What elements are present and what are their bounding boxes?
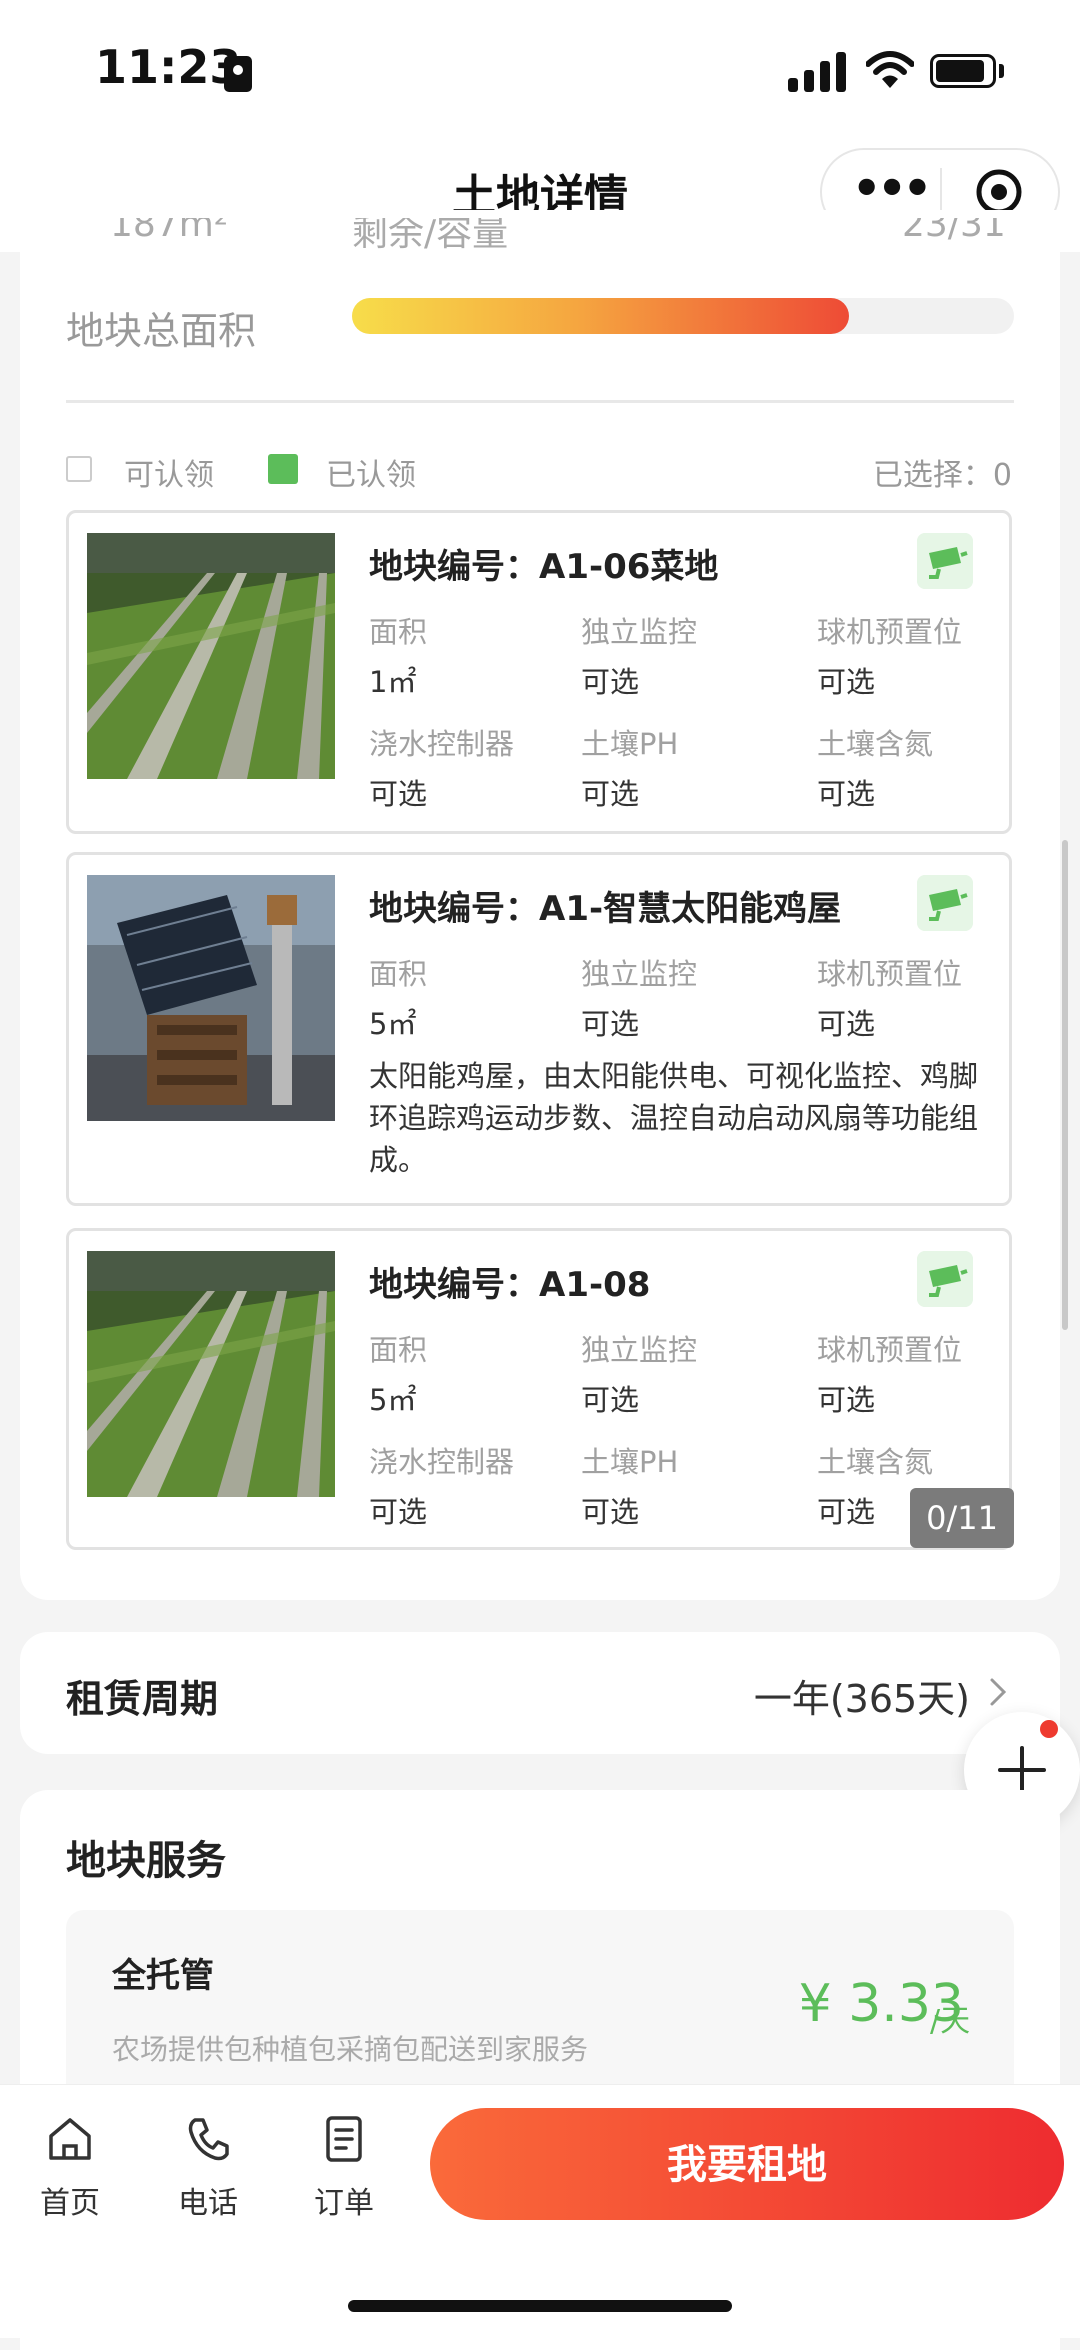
field-label-ptz: 球机预置位: [817, 1333, 963, 1367]
field-value-soil-ph: 可选: [581, 1495, 640, 1529]
field-label-ptz: 球机预置位: [817, 957, 963, 991]
plot-photo-vegetable: [87, 1251, 335, 1497]
field-label-area: 面积: [369, 957, 428, 991]
home-indicator: [348, 2300, 732, 2312]
total-area-label: 地块总面积: [66, 309, 257, 353]
plot-card[interactable]: 地块编号：A1-智慧太阳能鸡屋 面积 5㎡ 独立监控 可选 球机预置位 可选 太…: [66, 852, 1012, 1206]
home-icon: [49, 2118, 91, 2160]
field-label-soil-ph: 土壤PH: [581, 727, 679, 761]
legend-claimed-swatch: [268, 454, 298, 484]
tab-home[interactable]: 首页: [10, 2106, 130, 2236]
tab-home-label: 首页: [40, 2186, 100, 2221]
plot-photo-vegetable: [87, 533, 335, 779]
summary-capacity-value: 23/31: [902, 218, 1006, 245]
plot-name: 地块编号：A1-06菜地: [369, 547, 719, 587]
field-label-soil-ph: 土壤PH: [581, 1445, 679, 1479]
summary-capacity-label: 剩余/容量: [352, 218, 509, 254]
legend-available-swatch: [66, 456, 92, 482]
field-value-monitor: 可选: [581, 1007, 640, 1041]
field-label-area: 面积: [369, 615, 428, 649]
divider: [66, 400, 1014, 403]
field-value-area: 5㎡: [369, 1383, 417, 1417]
tab-phone-label: 电话: [178, 2186, 238, 2221]
field-value-monitor: 可选: [581, 1383, 640, 1417]
tab-orders[interactable]: 订单: [284, 2106, 404, 2236]
field-label-watering: 浇水控制器: [369, 727, 515, 761]
field-label-monitor: 独立监控: [581, 615, 698, 649]
field-value-area: 1㎡: [369, 665, 417, 699]
summary-stats-row: 187m² 剩余/容量 23/31: [66, 218, 1016, 258]
field-value-ptz: 可选: [817, 1383, 876, 1417]
lease-period-title: 租赁周期: [66, 1677, 219, 1721]
service-description: 农场提供包种植包采摘包配送到家服务: [112, 2033, 589, 2066]
field-value-watering: 可选: [369, 777, 428, 811]
legend-claimed-label: 已认领: [326, 458, 416, 493]
plot-card[interactable]: 地块编号：A1-08 面积 5㎡ 独立监控 可选 球机预置位 可选 浇水控制器 …: [66, 1228, 1012, 1550]
field-label-monitor: 独立监控: [581, 957, 698, 991]
plot-pager: 0/11: [910, 1488, 1014, 1548]
scrollbar[interactable]: [1062, 840, 1068, 1330]
more-icon[interactable]: •••: [852, 165, 932, 211]
field-label-soil-nitrogen: 土壤含氮: [817, 727, 934, 761]
chevron-right-icon: [990, 1678, 1007, 1706]
field-label-watering: 浇水控制器: [369, 1445, 515, 1479]
field-label-monitor: 独立监控: [581, 1333, 698, 1367]
lease-period-value: 一年(365天): [753, 1677, 970, 1721]
field-value-monitor: 可选: [581, 665, 640, 699]
sim-icon: [224, 56, 252, 92]
field-label-area: 面积: [369, 1333, 428, 1367]
capsule-divider: [940, 168, 942, 216]
status-time: 11:23: [95, 40, 242, 94]
selected-count: 已选择：0: [872, 458, 1012, 493]
camera-icon[interactable]: [917, 533, 973, 589]
field-value-area: 5㎡: [369, 1007, 417, 1041]
camera-icon[interactable]: [917, 875, 973, 931]
services-title: 地块服务: [66, 1838, 226, 1884]
field-value-soil-ph: 可选: [581, 777, 640, 811]
rent-land-button[interactable]: 我要租地: [430, 2108, 1064, 2220]
orders-icon: [326, 2116, 362, 2162]
service-price-unit: /天: [930, 2004, 971, 2039]
phone-icon: [188, 2118, 229, 2161]
capacity-progress-fill: [352, 298, 849, 334]
signal-icon: [788, 52, 846, 92]
camera-icon[interactable]: [917, 1251, 973, 1307]
plot-name: 地块编号：A1-08: [369, 1265, 651, 1305]
battery-level: [936, 60, 984, 82]
field-label-soil-nitrogen: 土壤含氮: [817, 1445, 934, 1479]
notification-dot: [1040, 1720, 1058, 1738]
field-value-soil-nitrogen: 可选: [817, 777, 876, 811]
field-value-ptz: 可选: [817, 1007, 876, 1041]
field-value-watering: 可选: [369, 1495, 428, 1529]
service-name: 全托管: [112, 1956, 214, 1996]
plot-description: 太阳能鸡屋，由太阳能供电、可视化监控、鸡脚环追踪鸡运动步数、温控自动启动风扇等功…: [369, 1059, 979, 1177]
field-value-ptz: 可选: [817, 665, 876, 699]
tab-orders-label: 订单: [314, 2186, 374, 2221]
legend-available-label: 可认领: [124, 458, 214, 493]
summary-area-value: 187m²: [110, 218, 229, 245]
tab-phone[interactable]: 电话: [148, 2106, 268, 2236]
field-label-ptz: 球机预置位: [817, 615, 963, 649]
target-icon[interactable]: [975, 168, 1023, 216]
wifi-icon: [866, 51, 914, 88]
plot-photo-solar-coop: [87, 875, 335, 1121]
battery-tip: [999, 64, 1004, 78]
plot-card[interactable]: 地块编号：A1-06菜地 面积 1㎡ 独立监控 可选 球机预置位 可选 浇水控制…: [66, 510, 1012, 834]
plot-name: 地块编号：A1-智慧太阳能鸡屋: [369, 889, 842, 929]
field-value-soil-nitrogen: 可选: [817, 1495, 876, 1529]
